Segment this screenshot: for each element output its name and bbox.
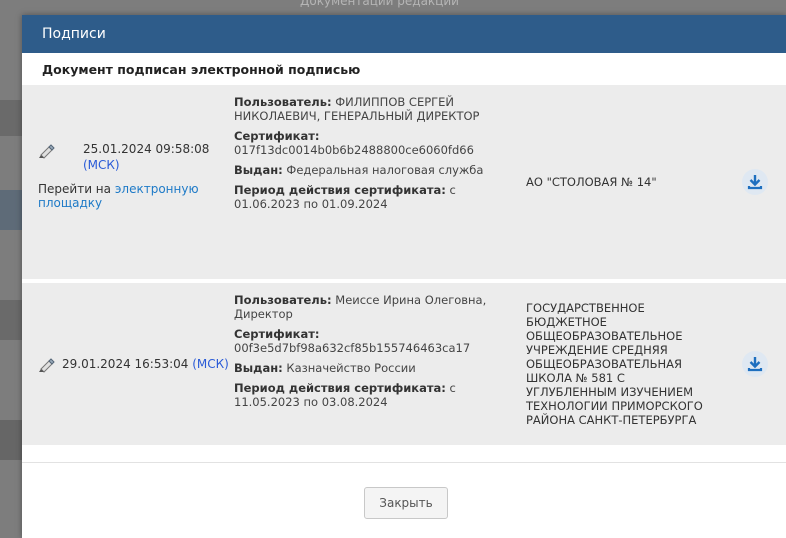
period-info: Период действия сертификата: с 01.06.202… <box>234 183 502 211</box>
background-panel <box>0 420 22 460</box>
issuer-label: Выдан: <box>234 163 283 177</box>
background-panel <box>0 300 22 340</box>
cert-info: Сертификат: 017f13dc0014b0b6b2488800ce60… <box>234 129 502 157</box>
footer-divider <box>22 462 786 463</box>
cert-value: 00f3e5d7bf98a632cf85b155746463ca17 <box>234 341 471 355</box>
issuer-label: Выдан: <box>234 361 283 375</box>
issuer-info: Выдан: Федеральная налоговая служба <box>234 163 502 177</box>
close-button[interactable]: Закрыть <box>364 487 448 519</box>
issuer-value: Казначейство России <box>286 361 416 375</box>
cert-label: Сертификат: <box>234 129 320 143</box>
period-label: Период действия сертификата: <box>234 381 446 395</box>
signature-info-cell: Пользователь: ФИЛИППОВ СЕРГЕЙ НИКОЛАЕВИЧ… <box>234 85 502 279</box>
download-cell <box>720 85 786 279</box>
modal-header: Подписи <box>22 15 786 53</box>
background-panel <box>0 100 22 136</box>
pen-icon <box>38 357 56 373</box>
signature-datetime: 25.01.2024 09:58:08 <box>83 142 210 156</box>
period-label: Период действия сертификата: <box>234 183 446 197</box>
signature-row: 29.01.2024 16:53:04 (МСК) Пользователь: … <box>22 283 786 445</box>
user-info: Пользователь: Меиссе Ирина Олеговна, Дир… <box>234 293 502 321</box>
period-info: Период действия сертификата: с 11.05.202… <box>234 381 502 409</box>
issuer-info: Выдан: Казначейство России <box>234 361 502 375</box>
organization-name: АО "СТОЛОВАЯ № 14" <box>526 175 657 189</box>
download-button[interactable] <box>742 351 768 377</box>
timezone-label: (МСК) <box>83 158 120 172</box>
goto-platform-link-2[interactable]: площадку <box>38 196 102 210</box>
background-panel <box>0 190 22 230</box>
signatures-modal: Подписи Документ подписан электронной по… <box>22 15 786 538</box>
download-icon <box>747 357 763 372</box>
cert-info: Сертификат: 00f3e5d7bf98a632cf85b1557464… <box>234 327 502 355</box>
organization-cell: АО "СТОЛОВАЯ № 14" <box>502 85 720 279</box>
signature-row: 25.01.2024 09:58:08 (МСК) Перейти на эле… <box>22 85 786 279</box>
pen-icon <box>38 143 56 159</box>
user-info: Пользователь: ФИЛИППОВ СЕРГЕЙ НИКОЛАЕВИЧ… <box>234 95 502 123</box>
cert-label: Сертификат: <box>234 327 320 341</box>
goto-platform: Перейти на электронную площадку <box>38 182 228 210</box>
signature-info-cell: Пользователь: Меиссе Ирина Олеговна, Дир… <box>234 283 502 445</box>
signature-datetime: 29.01.2024 16:53:04 <box>62 357 189 371</box>
signature-time-cell: 25.01.2024 09:58:08 (МСК) Перейти на эле… <box>22 85 234 279</box>
signature-list: 25.01.2024 09:58:08 (МСК) Перейти на эле… <box>22 85 786 445</box>
timezone-label: (МСК) <box>192 357 229 371</box>
organization-cell: ГОСУДАРСТВЕННОЕ БЮДЖЕТНОЕ ОБЩЕОБРАЗОВАТЕ… <box>502 283 720 445</box>
background-partial-text: Документации редакции <box>300 0 459 8</box>
modal-subtitle: Документ подписан электронной подписью <box>42 61 361 77</box>
organization-name: ГОСУДАРСТВЕННОЕ БЮДЖЕТНОЕ ОБЩЕОБРАЗОВАТЕ… <box>526 301 703 427</box>
download-icon <box>747 175 763 190</box>
signature-datetime-line: 29.01.2024 16:53:04 (МСК) <box>62 357 229 371</box>
cert-value: 017f13dc0014b0b6b2488800ce6060fd66 <box>234 143 474 157</box>
goto-prefix: Перейти на <box>38 182 115 196</box>
user-label: Пользователь: <box>234 95 332 109</box>
download-cell <box>720 283 786 445</box>
issuer-value: Федеральная налоговая служба <box>286 163 484 177</box>
modal-title: Подписи <box>42 26 106 42</box>
goto-platform-link[interactable]: электронную <box>115 182 199 196</box>
download-button[interactable] <box>742 169 768 195</box>
signature-time-cell: 29.01.2024 16:53:04 (МСК) <box>22 283 234 445</box>
user-label: Пользователь: <box>234 293 332 307</box>
